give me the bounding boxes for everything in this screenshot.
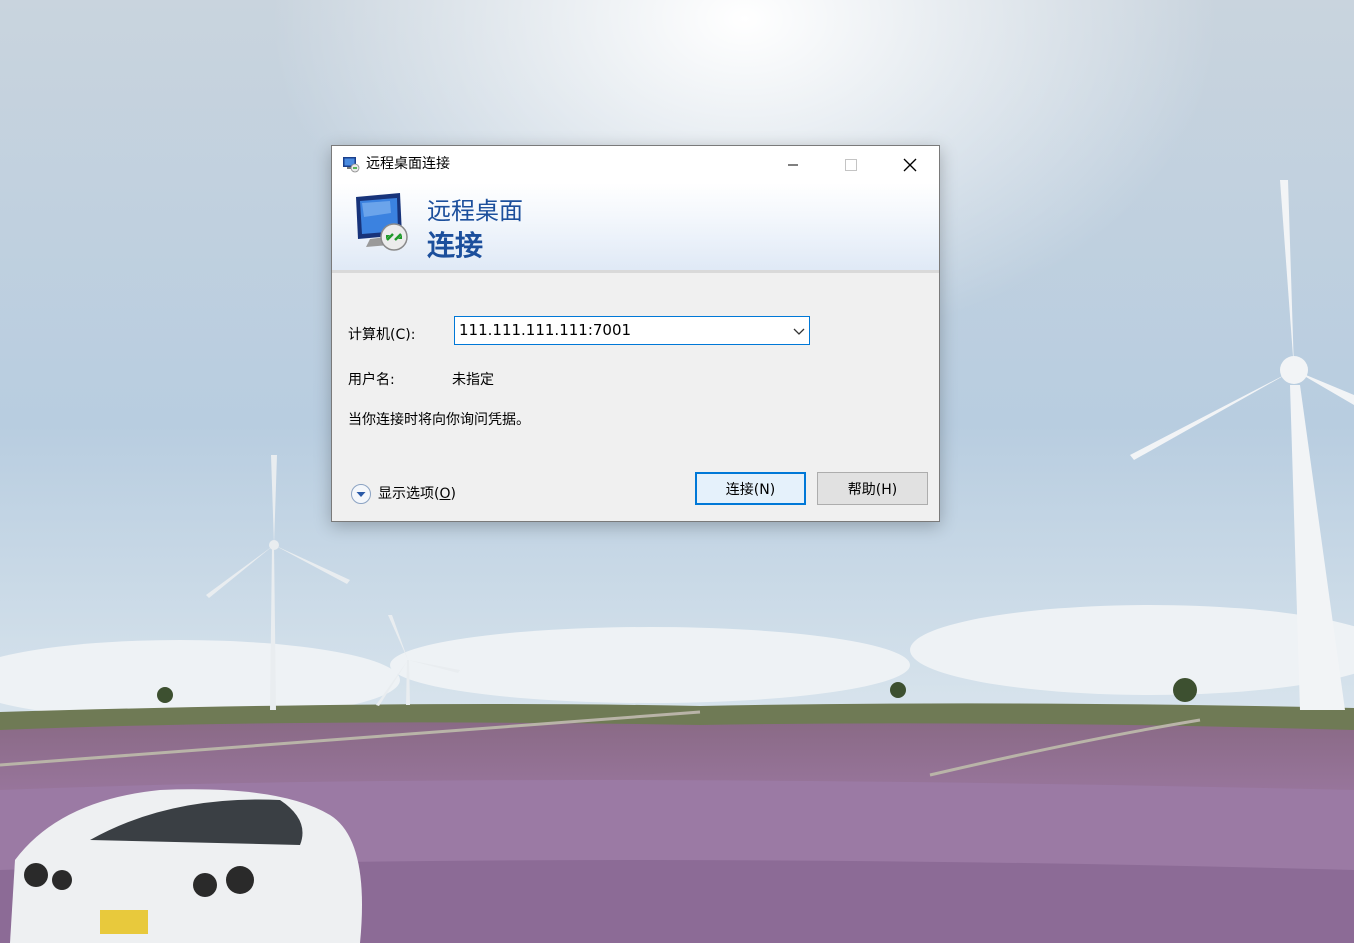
remote-desktop-app-icon [343,157,360,173]
credentials-info-text: 当你连接时将向你询问凭据。 [348,412,530,428]
maximize-icon [845,158,857,171]
minimize-button[interactable] [764,146,822,183]
show-options-label[interactable]: 显示选项(O) [378,485,456,503]
maximize-button[interactable] [822,146,880,183]
chevron-down-icon[interactable] [793,325,805,337]
window-title: 远程桌面连接 [366,156,450,172]
help-button[interactable]: 帮助(H) [817,472,928,505]
remote-desktop-dialog: 远程桌面连接 远程桌面 连接 计算机(C): 111.111.111.111:7… [331,145,940,522]
expand-options-icon[interactable] [350,483,372,505]
remote-desktop-logo-icon [356,193,408,251]
banner-title-line2: 连接 [427,229,484,262]
title-bar[interactable]: 远程桌面连接 [332,146,939,183]
dialog-banner: 远程桌面 连接 [332,183,939,272]
show-options-toggle[interactable]: 显示选项(O) [350,483,456,505]
connect-button[interactable]: 连接(N) [695,472,806,505]
close-button[interactable] [881,146,939,183]
computer-input[interactable]: 111.111.111.111:7001 [459,321,631,340]
username-value: 未指定 [452,372,494,388]
close-icon [903,158,917,171]
minimize-icon [788,164,798,165]
banner-divider [332,270,939,273]
computer-label: 计算机(C): [348,327,416,343]
username-label: 用户名: [348,372,395,388]
computer-combobox[interactable]: 111.111.111.111:7001 [454,316,810,345]
banner-title-line1: 远程桌面 [427,197,523,225]
